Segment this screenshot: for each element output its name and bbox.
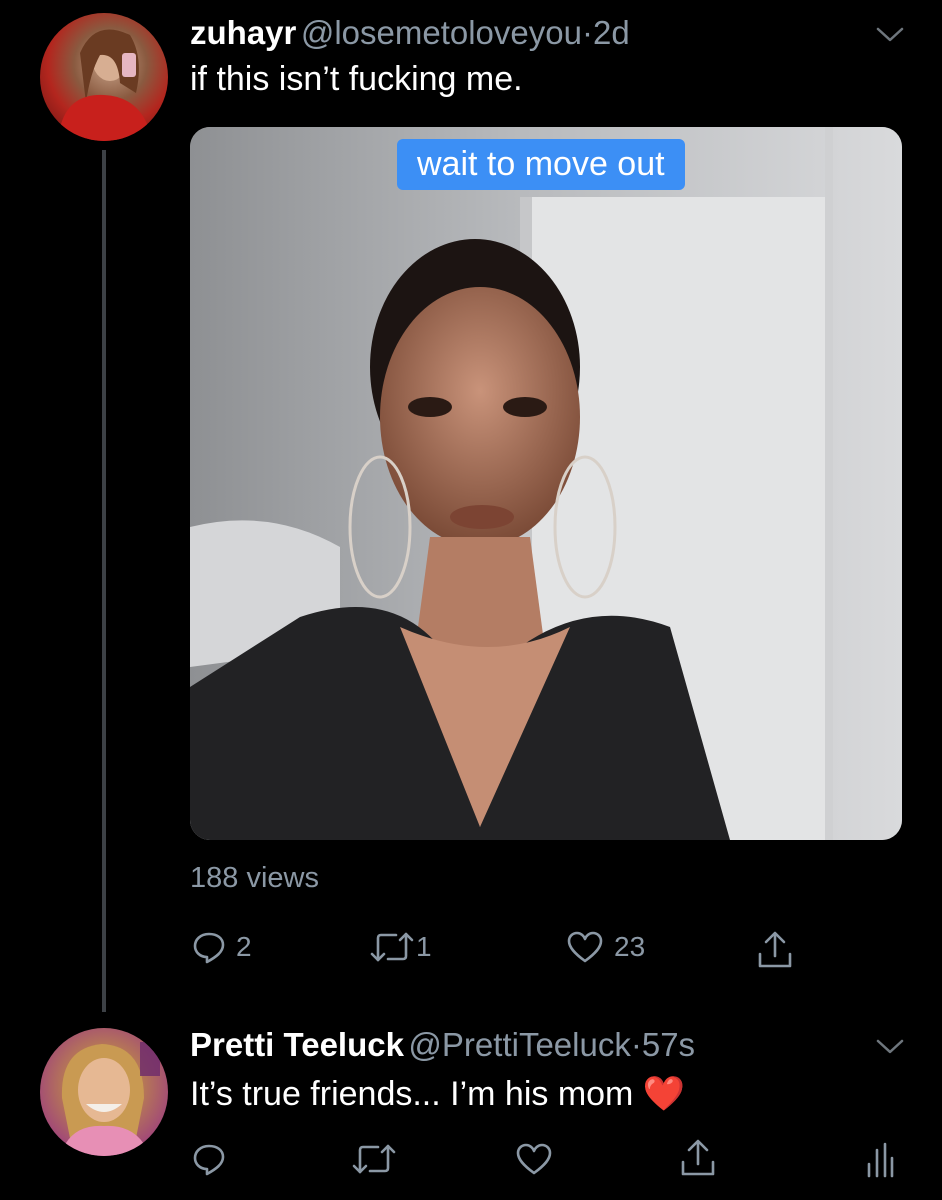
analytics-icon [864, 1140, 894, 1178]
reply-icon [192, 930, 226, 964]
handle[interactable]: @losemetoloveyou [301, 14, 582, 51]
reply-button[interactable]: 2 [192, 930, 252, 964]
avatar[interactable] [40, 1028, 168, 1156]
video-still [190, 127, 902, 840]
chevron-down-icon[interactable] [874, 1036, 906, 1056]
tweet-text-content: It’s true friends... I’m his mom [190, 1075, 634, 1113]
analytics-button[interactable] [864, 1140, 894, 1178]
retweet-count: 1 [416, 931, 432, 962]
view-count: 188 views [190, 862, 319, 894]
retweet-icon [352, 1142, 396, 1176]
reply-count: 2 [236, 931, 252, 962]
share-button[interactable] [680, 1138, 716, 1178]
video-media[interactable]: wait to move out [190, 127, 902, 840]
avatar-photo [60, 1042, 160, 1156]
retweet-button[interactable] [352, 1142, 396, 1176]
tweet-text: It’s true friends... I’m his mom ❤️ [190, 1074, 685, 1114]
separator: · [630, 1026, 642, 1063]
share-icon [680, 1138, 716, 1178]
like-button[interactable]: 23 [566, 930, 645, 964]
handle[interactable]: @PrettiTeeluck [408, 1026, 630, 1063]
timestamp[interactable]: 57s [642, 1026, 695, 1063]
reply-icon [192, 1142, 226, 1176]
thread-line [102, 150, 106, 1012]
retweet-icon [370, 930, 414, 964]
display-name[interactable]: zuhayr [190, 14, 296, 51]
timestamp[interactable]: 2d [593, 14, 630, 51]
avatar[interactable] [40, 13, 168, 141]
tweet-header: Pretti Teeluck @PrettiTeeluck·57s [190, 1026, 695, 1064]
like-count: 23 [614, 931, 646, 962]
tweet-text: if this isn’t fucking me. [190, 60, 523, 98]
retweet-button[interactable]: 1 [370, 930, 432, 964]
chevron-down-icon[interactable] [874, 24, 906, 44]
heart-icon [515, 1142, 553, 1176]
avatar-photo [58, 29, 152, 141]
heart-icon [566, 930, 604, 964]
video-caption: wait to move out [397, 139, 685, 190]
separator: · [581, 14, 593, 51]
share-icon [757, 930, 793, 970]
like-button[interactable] [515, 1142, 553, 1176]
share-button[interactable] [757, 930, 793, 970]
display-name[interactable]: Pretti Teeluck [190, 1026, 404, 1063]
tweet-header: zuhayr @losemetoloveyou·2d [190, 14, 630, 52]
reply-button[interactable] [192, 1142, 226, 1176]
red-heart-emoji: ❤️ [642, 1075, 686, 1113]
